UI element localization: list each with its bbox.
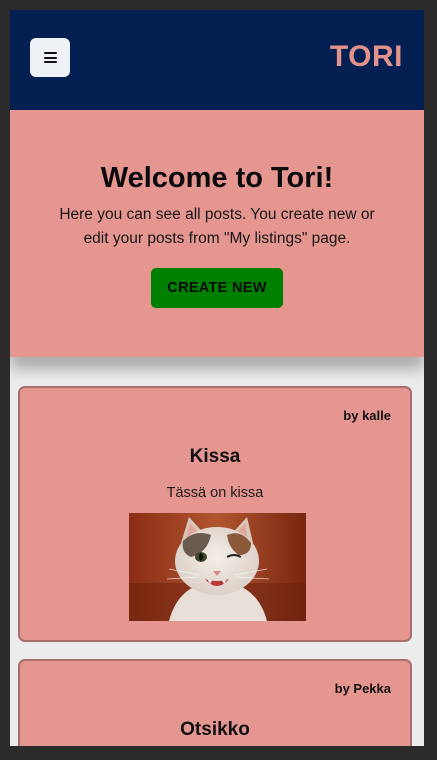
post-author: by kalle	[343, 408, 391, 423]
post-card[interactable]: by Pekka Otsikko	[18, 659, 412, 746]
brand-logo[interactable]: TORI	[330, 40, 403, 74]
post-title: Otsikko	[180, 719, 250, 740]
welcome-title: Welcome to Tori!	[100, 162, 334, 194]
hamburger-menu-icon	[43, 52, 57, 63]
app-viewport: TORI Welcome to Tori! Here you can see a…	[10, 10, 424, 746]
cat-photo	[129, 513, 306, 621]
post-title: Kissa	[189, 446, 241, 467]
create-new-button[interactable]: CREATE NEW	[151, 268, 283, 308]
menu-toggle-button[interactable]	[30, 38, 70, 77]
post-description: Tässä on kissa	[166, 485, 264, 501]
post-card[interactable]: by kalle Kissa Tässä on kissa	[18, 386, 412, 642]
welcome-text: Here you can see all posts. You create n…	[59, 206, 375, 247]
welcome-banner: Welcome to Tori! Here you can see all po…	[10, 110, 424, 357]
navbar: TORI	[10, 10, 424, 110]
post-author: by Pekka	[334, 681, 391, 696]
